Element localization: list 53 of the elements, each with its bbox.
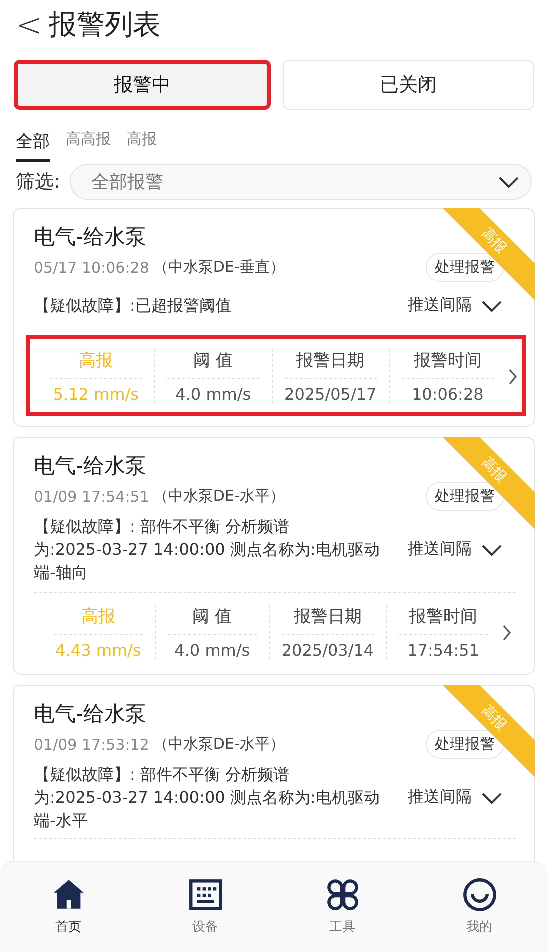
status-tab[interactable]: 报警中 [14, 60, 271, 110]
chevron-right-icon [508, 368, 518, 386]
card-title: 电气-给水泵 [34, 224, 147, 251]
metric-label: 报警时间 [402, 349, 494, 379]
alarm-time: 05/17 10:06:28 [34, 258, 150, 276]
push-interval-dropdown[interactable]: 推送间隔 [408, 787, 504, 808]
fault-text: 【疑似故障】: 部件不平衡 分析频谱为:2025-03-27 14:00:00 测点名称为:电机驱动端-水平 [34, 764, 381, 832]
nav-item[interactable]: 设备 [137, 862, 274, 952]
level-tab[interactable]: 高报 [127, 130, 157, 155]
card-title: 电气-给水泵 [34, 701, 147, 728]
measure-point: （中水泵DE-水平） [153, 487, 285, 506]
metric-label: 高报 [54, 605, 143, 635]
alarm-time: 01/09 17:53:12 [34, 736, 150, 754]
push-interval-dropdown[interactable]: 推送间隔 [408, 539, 504, 560]
push-interval-dropdown[interactable]: 推送间隔 [408, 295, 504, 316]
four-petal-icon [326, 878, 360, 912]
metric-label: 阈 值 [168, 605, 257, 635]
metric-value: 4.0 mm/s [174, 641, 252, 660]
chevron-right-icon [502, 624, 512, 642]
fault-text: 【疑似故障】:已超报警阈值 [34, 295, 232, 317]
measure-point: （中水泵DE-垂直） [153, 258, 285, 277]
metric-label: 报警时间 [399, 605, 488, 635]
level-tab[interactable]: 全部 [16, 130, 50, 162]
nav-item[interactable]: 工具 [274, 862, 411, 952]
metric-value: 10:06:28 [410, 385, 485, 404]
smiley-icon [462, 878, 496, 912]
metric-value: 5.12 mm/s [52, 385, 140, 404]
nav-item[interactable]: 我的 [411, 862, 548, 952]
back-button[interactable]: < [16, 6, 43, 44]
handle-alarm-button[interactable]: 处理报警 [426, 482, 504, 511]
measure-point: （中水泵DE-水平） [153, 735, 285, 754]
metric-label: 报警日期 [282, 605, 374, 635]
metric-value: 4.0 mm/s [174, 385, 252, 404]
metric-value: 4.43 mm/s [54, 641, 142, 660]
metric-label: 阈 值 [167, 349, 260, 379]
metric-value: 2025/05/17 [284, 385, 377, 404]
home-icon [52, 878, 86, 912]
metric-label: 报警日期 [284, 349, 377, 379]
metric-value: 2025/03/14 [282, 641, 374, 660]
level-tab[interactable]: 高高报 [66, 130, 111, 155]
alarm-time: 01/09 17:54:51 [34, 488, 150, 506]
handle-alarm-button[interactable]: 处理报警 [426, 730, 504, 759]
nav-item[interactable]: 首页 [0, 862, 137, 952]
card-title: 电气-给水泵 [34, 453, 147, 480]
page-title: 报警列表 [48, 7, 161, 43]
metric-label: 高报 [50, 349, 142, 379]
filter-label: 筛选: [16, 170, 60, 195]
metric-value: 17:54:51 [406, 641, 480, 660]
filter-dropdown[interactable]: 全部报警 [70, 164, 532, 200]
fault-text: 【疑似故障】: 部件不平衡 分析频谱为:2025-03-27 14:00:00 测点名称为:电机驱动端-轴向 [34, 516, 381, 584]
handle-alarm-button[interactable]: 处理报警 [426, 253, 504, 282]
keyboard-icon [188, 878, 222, 912]
status-tab[interactable]: 已关闭 [283, 60, 534, 110]
